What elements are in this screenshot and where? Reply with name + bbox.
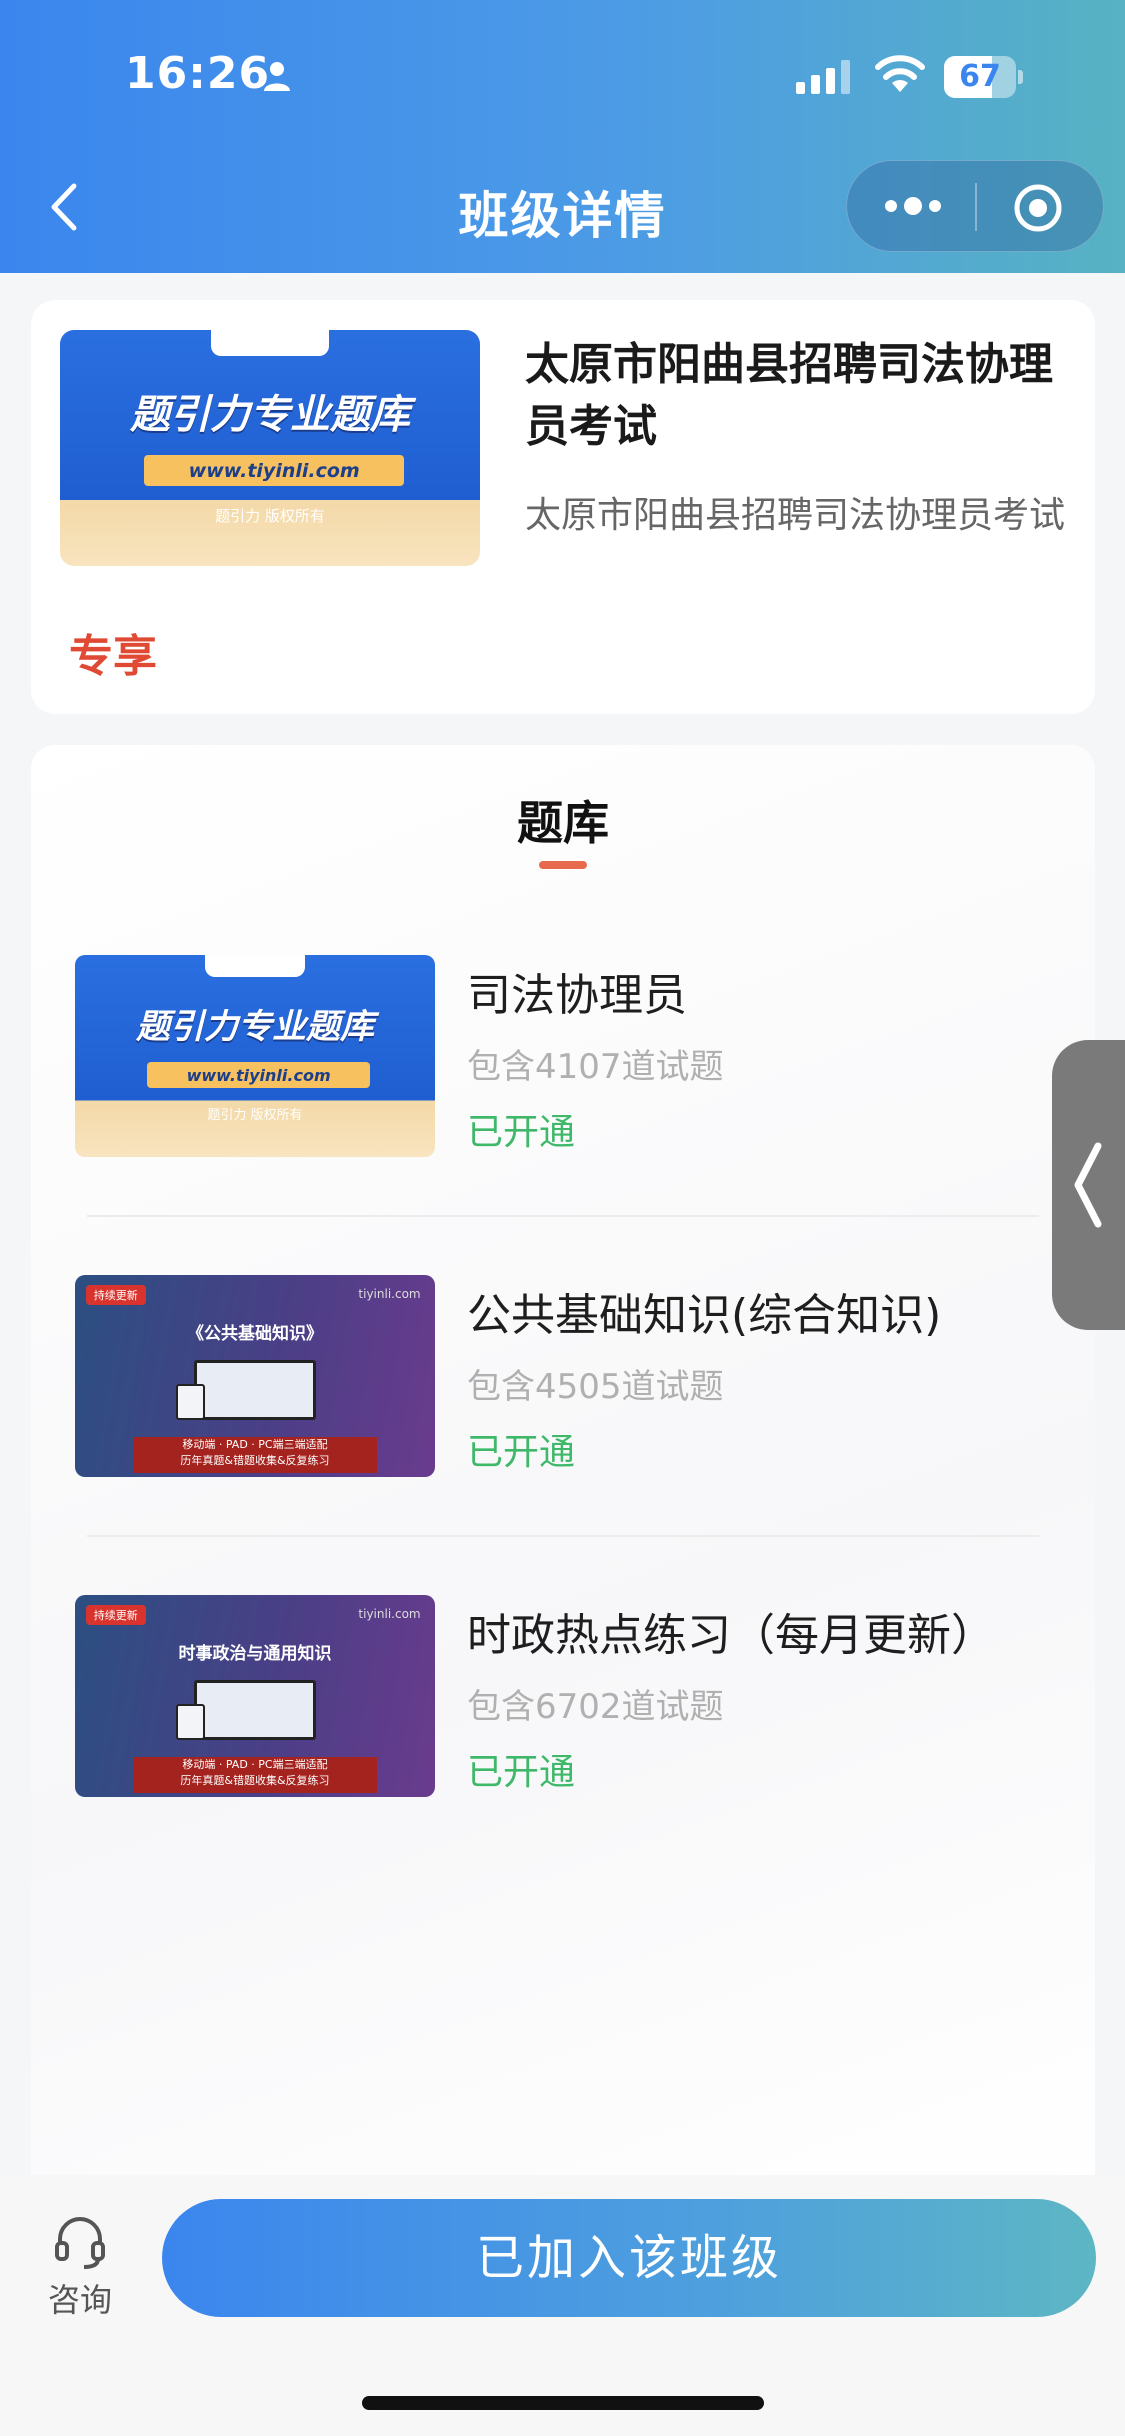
- cover-site-text: tiyinli.com: [358, 1287, 421, 1302]
- cover-brand-text: 题引力专业题库: [130, 391, 410, 438]
- cover-headline: 时事政治与通用知识: [178, 1644, 332, 1665]
- cover-site-text: tiyinli.com: [358, 1607, 421, 1622]
- miniprogram-capsule: [846, 160, 1104, 252]
- wifi-icon: [875, 55, 925, 92]
- consult-label: 咨询: [47, 2281, 112, 2319]
- class-subtitle: 太原市阳曲县招聘司法协理员考试: [525, 495, 1066, 536]
- tab-active-indicator: [539, 861, 587, 869]
- status-time: 16:26: [125, 48, 271, 99]
- bank-question-count: 包含6702道试题: [467, 1687, 724, 1727]
- cover-band: 移动端 · PAD · PC端三端适配 历年真题&错题收集&反复练习: [132, 1756, 378, 1793]
- question-bank-section: 题库 题引力专业题库 www.tiyinli.com 题引力 版权所有 司法协理…: [31, 745, 1095, 2195]
- cover-brand-text: 题引力专业题库: [136, 1007, 374, 1048]
- close-target-icon[interactable]: [1013, 183, 1063, 233]
- bank-cover-image: 持续更新 tiyinli.com 时事政治与通用知识 移动端 · PAD · P…: [75, 1595, 435, 1797]
- exclusive-tag: 专享: [69, 631, 157, 682]
- divider: [87, 1215, 1039, 1217]
- class-title: 太原市阳曲县招聘司法协理员考试: [525, 339, 1053, 452]
- bank-question-count: 包含4505道试题: [467, 1367, 724, 1407]
- consult-button[interactable]: 咨询: [40, 2215, 120, 2325]
- bank-cover-image: 持续更新 tiyinli.com 《公共基础知识》 移动端 · PAD · PC…: [75, 1275, 435, 1477]
- person-icon: [264, 62, 290, 91]
- cover-badge: 持续更新: [85, 1285, 146, 1306]
- cover-badge: 持续更新: [85, 1605, 146, 1626]
- cover-band-line: 历年真题&错题收集&反复练习: [180, 1773, 330, 1787]
- cover-url-text: www.tiyinli.com: [147, 1062, 371, 1089]
- bank-name: 公共基础知识(综合知识): [467, 1290, 942, 1341]
- more-icon[interactable]: [883, 191, 943, 221]
- class-info-card[interactable]: 题引力专业题库 www.tiyinli.com 题引力 版权所有 太原市阳曲县招…: [31, 300, 1095, 714]
- divider: [87, 1535, 1039, 1537]
- cover-band-line: 历年真题&错题收集&反复练习: [180, 1453, 330, 1467]
- cover-band-line: 移动端 · PAD · PC端三端适配: [182, 1757, 328, 1771]
- cover-copyright-text: 题引力 版权所有: [215, 506, 325, 525]
- battery-text: 67: [959, 59, 1001, 94]
- bank-list-item[interactable]: 持续更新 tiyinli.com 时事政治与通用知识 移动端 · PAD · P…: [31, 1595, 1095, 1845]
- side-drawer-handle[interactable]: [1052, 1040, 1125, 1330]
- battery-indicator: 67: [944, 56, 1024, 98]
- tab-question-bank[interactable]: 题库: [31, 787, 1095, 853]
- bank-cover-image: 题引力专业题库 www.tiyinli.com 题引力 版权所有: [75, 955, 435, 1157]
- bank-status: 已开通: [467, 1432, 576, 1473]
- bank-name: 时政热点练习（每月更新）: [467, 1610, 995, 1661]
- bank-list-item[interactable]: 持续更新 tiyinli.com 《公共基础知识》 移动端 · PAD · PC…: [31, 1275, 1095, 1525]
- nav-bar: 班级详情: [0, 160, 1125, 252]
- signal-icon: [796, 60, 850, 94]
- bank-name: 司法协理员: [467, 970, 687, 1021]
- cover-url-text: www.tiyinli.com: [144, 455, 405, 486]
- cover-headline: 《公共基础知识》: [187, 1324, 323, 1345]
- bank-question-count: 包含4107道试题: [467, 1047, 724, 1087]
- header: 16:26 67 班级详情: [0, 0, 1125, 273]
- class-cover-image: 题引力专业题库 www.tiyinli.com 题引力 版权所有: [60, 330, 480, 566]
- home-indicator: [362, 2396, 764, 2410]
- status-bar: 16:26 67: [0, 48, 1125, 108]
- cover-copyright-text: 题引力 版权所有: [207, 1108, 303, 1124]
- headset-icon: [55, 2217, 105, 2269]
- bank-status: 已开通: [467, 1752, 576, 1793]
- chevron-left-icon: [1074, 1142, 1102, 1228]
- cover-band-line: 移动端 · PAD · PC端三端适配: [182, 1437, 328, 1451]
- joined-class-button[interactable]: 已加入该班级: [162, 2199, 1096, 2317]
- bank-list-item[interactable]: 题引力专业题库 www.tiyinli.com 题引力 版权所有 司法协理员 包…: [31, 955, 1095, 1205]
- bank-status: 已开通: [467, 1112, 576, 1153]
- cover-band: 移动端 · PAD · PC端三端适配 历年真题&错题收集&反复练习: [132, 1436, 378, 1473]
